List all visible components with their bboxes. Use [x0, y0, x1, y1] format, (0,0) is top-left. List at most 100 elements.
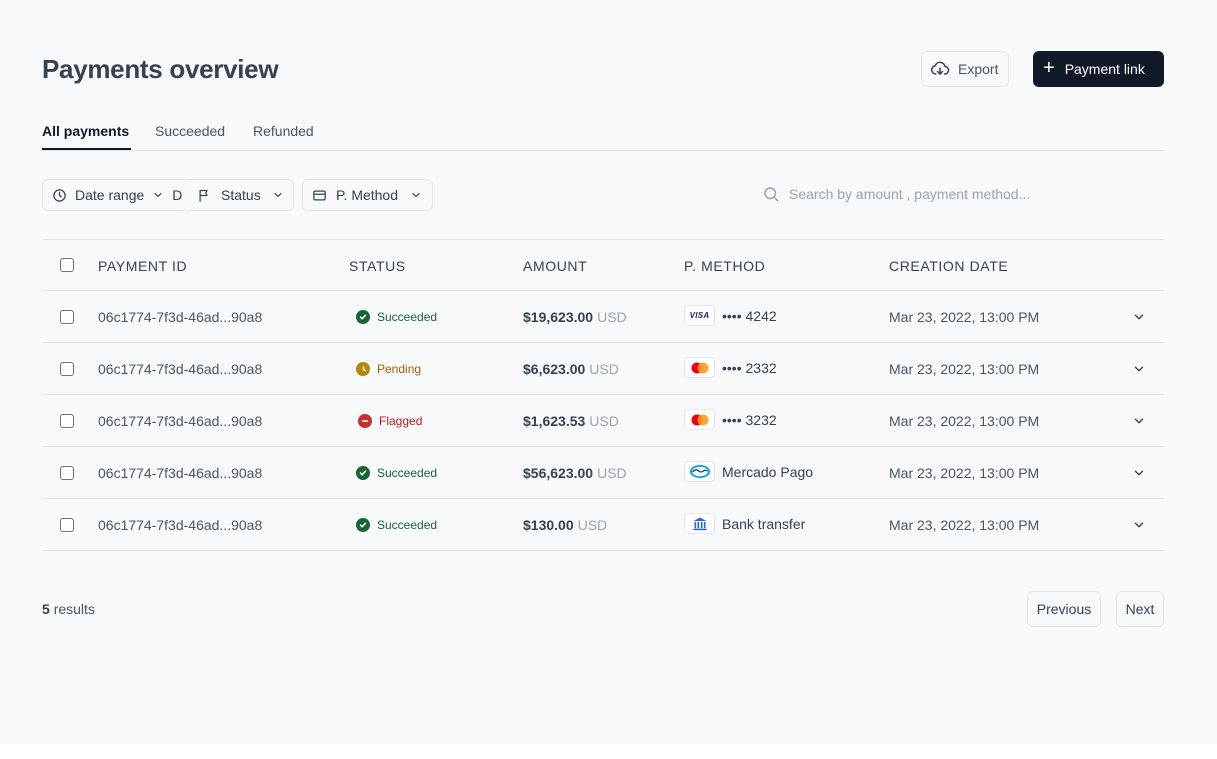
- table-row[interactable]: 06c1774-7f3d-46ad...90a8 Flagged $1,623.…: [42, 395, 1164, 447]
- amount: $1,623.53 USD: [523, 413, 619, 429]
- chevron-down-icon[interactable]: [1132, 310, 1146, 324]
- status-label: Succeeded: [377, 518, 438, 532]
- clock-icon: [356, 362, 370, 376]
- payment-method-filter-label: P. Method: [336, 187, 399, 203]
- amount-value: $56,623.00: [523, 465, 594, 481]
- payment-id: 06c1774-7f3d-46ad...90a8: [98, 361, 263, 377]
- method-label: •••• 4242: [722, 307, 777, 324]
- status-badge: Succeeded: [356, 466, 437, 480]
- table-header: PAYMENT ID STATUS AMOUNT P. METHOD CREAT…: [42, 239, 1164, 291]
- amount: $6,623.00 USD: [523, 361, 619, 377]
- column-header-status[interactable]: STATUS: [349, 258, 406, 274]
- column-header-payment-id[interactable]: PAYMENT ID: [98, 258, 187, 274]
- check-circle-icon: [356, 518, 370, 532]
- date-range-filter[interactable]: Date range D: [42, 179, 188, 211]
- status-filter-label: Status: [221, 187, 261, 203]
- payment-method-filter[interactable]: P. Method: [302, 179, 433, 211]
- select-all-checkbox[interactable]: [60, 258, 74, 272]
- active-tab-indicator: [42, 148, 131, 150]
- payments-page: Payments overview Export + Payment link …: [0, 0, 1217, 744]
- amount-currency: USD: [597, 309, 627, 325]
- search-input[interactable]: [789, 186, 1169, 202]
- amount-currency: USD: [577, 517, 608, 533]
- method-label: •••• 3232: [722, 411, 777, 428]
- payment-method: Bank transfer: [684, 513, 805, 534]
- payment-id: 06c1774-7f3d-46ad...90a8: [98, 413, 263, 429]
- amount-currency: USD: [597, 465, 627, 481]
- chevron-down-icon: [154, 192, 162, 198]
- chevron-down-icon[interactable]: [1132, 362, 1146, 376]
- status-badge: Succeeded: [356, 310, 437, 324]
- column-header-method[interactable]: P. METHOD: [684, 258, 765, 274]
- tab-refunded[interactable]: Refunded: [253, 123, 314, 139]
- tab-bar: All payments Succeeded Refunded: [42, 117, 1164, 151]
- creation-date: Mar 23, 2022, 13:00 PM: [889, 361, 1040, 377]
- payment-id: 06c1774-7f3d-46ad...90a8: [98, 309, 263, 325]
- status-label: Succeeded: [377, 310, 438, 324]
- page-title: Payments overview: [42, 54, 279, 84]
- row-checkbox[interactable]: [60, 518, 74, 532]
- amount-value: $19,623.00: [523, 309, 594, 325]
- method-label: Bank transfer: [722, 515, 806, 532]
- tab-succeeded[interactable]: Succeeded: [155, 123, 225, 139]
- status-label: Flagged: [379, 414, 423, 428]
- mastercard-icon: [684, 357, 715, 378]
- status-label: Pending: [377, 362, 422, 376]
- previous-button[interactable]: Previous: [1027, 591, 1101, 627]
- table-row[interactable]: 06c1774-7f3d-46ad...90a8 Succeeded $56,6…: [42, 447, 1164, 499]
- amount: $56,623.00 USD: [523, 465, 627, 481]
- status-filter[interactable]: Status: [186, 179, 294, 211]
- results-number: 5: [42, 601, 50, 617]
- tab-all-payments[interactable]: All payments: [42, 123, 129, 139]
- payment-id: 06c1774-7f3d-46ad...90a8: [98, 517, 263, 533]
- chevron-down-icon[interactable]: [1132, 466, 1146, 480]
- row-checkbox[interactable]: [60, 466, 74, 480]
- next-button[interactable]: Next: [1116, 591, 1164, 627]
- method-label: Mercado Pago: [722, 463, 814, 480]
- table-row[interactable]: 06c1774-7f3d-46ad...90a8 Pending $6,623.…: [42, 343, 1164, 395]
- payment-link-label: Payment link: [1064, 61, 1145, 77]
- column-header-creation-date[interactable]: CREATION DATE: [889, 258, 1008, 274]
- credit-card-icon: [313, 190, 326, 200]
- row-checkbox[interactable]: [60, 310, 74, 324]
- column-header-amount[interactable]: AMOUNT: [523, 258, 587, 274]
- amount-currency: USD: [589, 361, 619, 377]
- chevron-down-icon[interactable]: [1132, 414, 1146, 428]
- table-row[interactable]: 06c1774-7f3d-46ad...90a8 Succeeded $130.…: [42, 499, 1164, 551]
- mercado-pago-icon: [684, 461, 715, 482]
- results-count: 5 results: [42, 601, 95, 617]
- chevron-down-icon: [274, 192, 282, 198]
- mastercard-icon: [684, 409, 715, 430]
- amount-value: $6,623.00: [523, 361, 586, 377]
- amount-value: $130.00: [523, 517, 574, 533]
- payment-method: VISA •••• 4242: [684, 305, 777, 326]
- creation-date: Mar 23, 2022, 13:00 PM: [889, 517, 1040, 533]
- payment-link-button[interactable]: + Payment link: [1033, 51, 1164, 87]
- date-range-label: Date range: [75, 187, 145, 203]
- chevron-down-icon: [412, 192, 420, 198]
- row-checkbox[interactable]: [60, 414, 74, 428]
- table-row[interactable]: 06c1774-7f3d-46ad...90a8 Succeeded $19,6…: [42, 291, 1164, 343]
- visa-icon: VISA: [684, 305, 715, 326]
- payment-method: Mercado Pago: [684, 461, 813, 482]
- creation-date: Mar 23, 2022, 13:00 PM: [889, 465, 1040, 481]
- status-badge: Succeeded: [356, 518, 437, 532]
- check-circle-icon: [356, 310, 370, 324]
- amount-currency: USD: [589, 413, 619, 429]
- visa-logo-text: VISA: [689, 311, 710, 320]
- amount: $130.00 USD: [523, 517, 607, 533]
- minus-circle-icon: [358, 414, 372, 428]
- creation-date: Mar 23, 2022, 13:00 PM: [889, 413, 1040, 429]
- results-suffix: results: [53, 601, 95, 617]
- creation-date: Mar 23, 2022, 13:00 PM: [889, 309, 1040, 325]
- export-button[interactable]: Export: [921, 51, 1009, 87]
- status-badge: Pending: [356, 362, 421, 376]
- amount: $19,623.00 USD: [523, 309, 627, 325]
- page-header: Payments overview Export + Payment link: [42, 51, 1164, 87]
- bank-icon: [684, 513, 715, 534]
- payment-method: •••• 3232: [684, 409, 777, 430]
- search-box: [762, 185, 1169, 203]
- check-circle-icon: [356, 466, 370, 480]
- row-checkbox[interactable]: [60, 362, 74, 376]
- chevron-down-icon[interactable]: [1132, 518, 1146, 532]
